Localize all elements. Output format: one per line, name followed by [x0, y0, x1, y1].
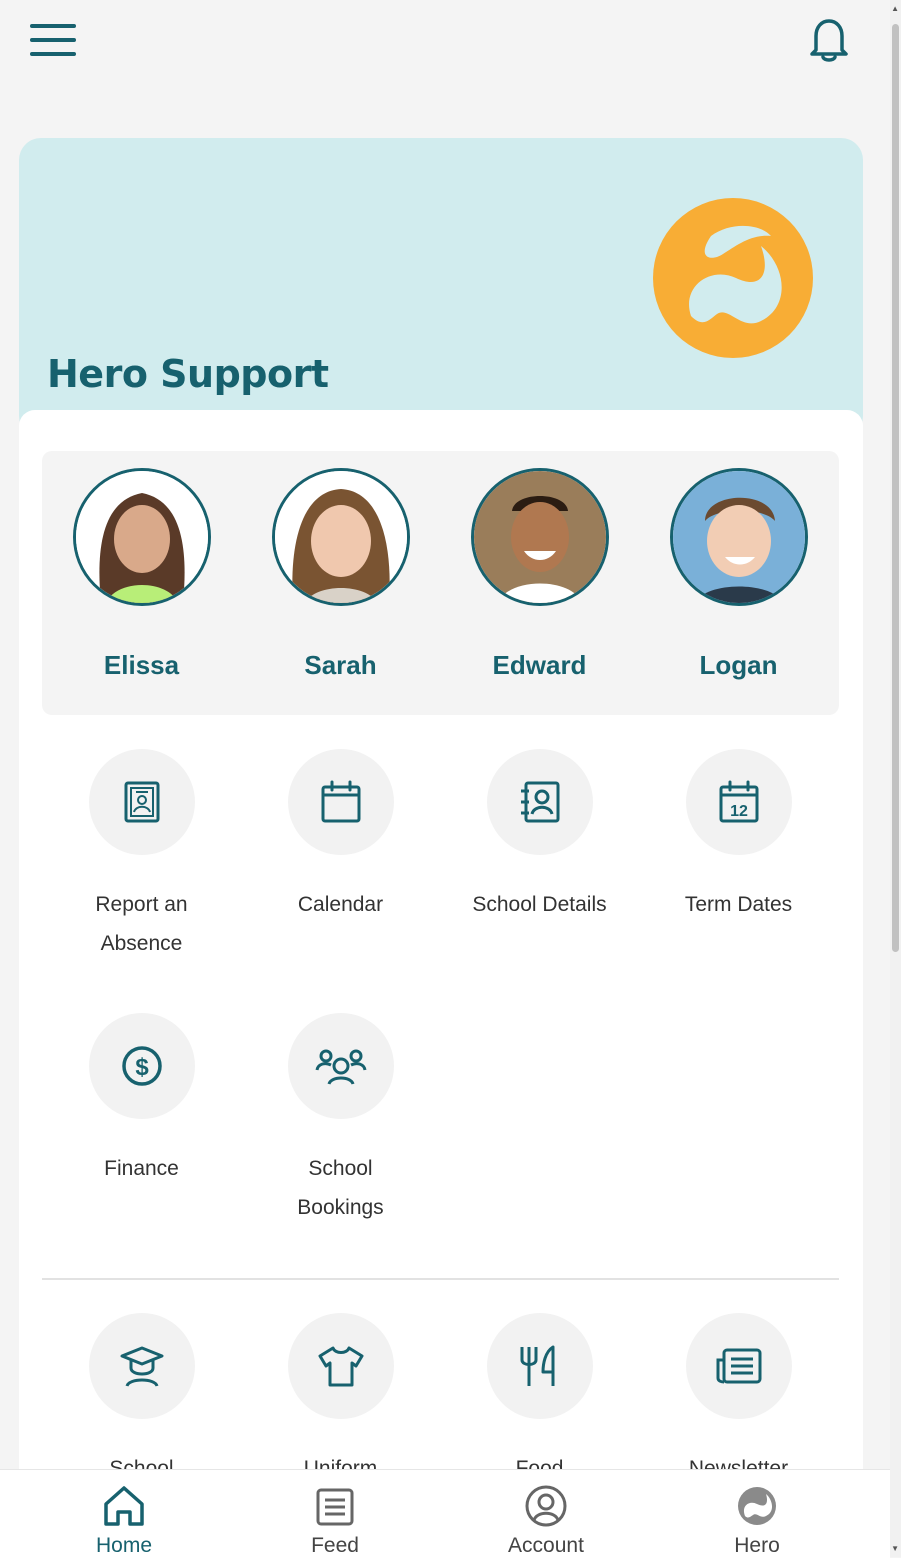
- tile-calendar[interactable]: Calendar: [241, 749, 440, 924]
- student-name: Edward: [492, 650, 587, 680]
- bottom-nav: Home Feed Account Hero: [0, 1469, 890, 1558]
- home-icon: [104, 1486, 144, 1526]
- student-card[interactable]: Logan: [639, 468, 838, 681]
- tshirt-icon: [318, 1346, 363, 1387]
- notifications-button[interactable]: [806, 16, 852, 64]
- hero-icon: [738, 1487, 776, 1525]
- svg-text:$: $: [135, 1054, 149, 1081]
- hero-banner: Hero Support: [19, 138, 863, 438]
- tile-icon-circle: [287, 1313, 394, 1419]
- student-card[interactable]: Sarah: [241, 468, 440, 681]
- dollar-icon: $: [121, 1046, 162, 1086]
- student-card[interactable]: Elissa: [42, 468, 241, 681]
- cutlery-icon: [520, 1345, 554, 1386]
- tile-label: Term Dates: [684, 893, 793, 916]
- tile-icon-circle: [486, 1313, 593, 1419]
- tile-icon-circle: [88, 749, 195, 855]
- account-icon: [525, 1485, 567, 1527]
- tile-school[interactable]: School: [42, 1313, 241, 1488]
- tile-school-bookings[interactable]: School Bookings: [241, 1013, 440, 1227]
- top-bar: [0, 0, 890, 80]
- tile-label: Finance: [104, 1157, 179, 1180]
- avatar: [669, 468, 808, 606]
- tile-term-dates[interactable]: 12 Term Dates: [639, 749, 838, 924]
- tile-icon-circle: [287, 1013, 394, 1119]
- student-name: Sarah: [304, 650, 377, 680]
- nav-label: Hero: [734, 1534, 780, 1557]
- feed-icon: [316, 1488, 354, 1526]
- tile-icon-circle: [88, 1313, 195, 1419]
- scroll-up-icon[interactable]: ▲: [891, 4, 899, 13]
- page-title: Hero Support: [47, 352, 329, 396]
- student-card[interactable]: Edward: [440, 468, 639, 681]
- tile-icon-circle: [486, 749, 593, 855]
- scrollbar[interactable]: ▲ ▼: [890, 0, 901, 1557]
- tile-label: School Bookings: [297, 1157, 384, 1219]
- newspaper-icon: [716, 1348, 761, 1384]
- nav-label: Feed: [311, 1534, 359, 1557]
- tile-icon-circle: 12: [685, 749, 792, 855]
- section-divider: [42, 1278, 839, 1280]
- avatar: [271, 468, 410, 606]
- tile-newsletter[interactable]: Newsletter: [639, 1313, 838, 1488]
- student-selector: Elissa Sarah Edward Logan: [42, 451, 839, 715]
- tile-uniform[interactable]: Uniform: [241, 1313, 440, 1488]
- tile-finance[interactable]: $ Finance: [42, 1013, 241, 1188]
- nav-hero[interactable]: Hero: [697, 1482, 817, 1558]
- student-name: Logan: [699, 650, 778, 680]
- nav-feed[interactable]: Feed: [275, 1482, 395, 1558]
- main-panel: Elissa Sarah Edward Logan Report an Abse…: [19, 410, 863, 1490]
- menu-button[interactable]: [30, 22, 76, 58]
- avatar: [72, 468, 211, 606]
- tile-label: Calendar: [297, 893, 384, 916]
- calendar-icon: [321, 780, 360, 823]
- nav-home[interactable]: Home: [64, 1482, 184, 1558]
- tile-icon-circle: $: [88, 1013, 195, 1119]
- nav-label: Account: [508, 1534, 584, 1557]
- graduate-icon: [120, 1346, 163, 1387]
- avatar: [470, 468, 609, 606]
- tile-food[interactable]: Food: [440, 1313, 639, 1488]
- absence-badge-icon: [124, 781, 159, 823]
- hero-logo-icon: [653, 198, 813, 358]
- tile-label: School Details: [472, 893, 607, 916]
- tile-label: Report an Absence: [95, 893, 188, 955]
- svg-text:12: 12: [730, 803, 748, 820]
- tile-report-absence[interactable]: Report an Absence: [42, 749, 241, 963]
- group-icon: [315, 1049, 366, 1085]
- hamburger-icon: [30, 24, 76, 56]
- contact-book-icon: [520, 781, 559, 823]
- scrollbar-thumb[interactable]: [892, 24, 899, 952]
- nav-label: Home: [95, 1534, 153, 1557]
- scroll-down-icon[interactable]: ▼: [891, 1544, 899, 1553]
- nav-account[interactable]: Account: [486, 1482, 606, 1558]
- tile-icon-circle: [685, 1313, 792, 1419]
- tile-icon-circle: [287, 749, 394, 855]
- calendar-12-icon: 12: [719, 780, 758, 823]
- tile-school-details[interactable]: School Details: [440, 749, 639, 924]
- bell-icon: [810, 19, 848, 62]
- student-name: Elissa: [103, 650, 180, 680]
